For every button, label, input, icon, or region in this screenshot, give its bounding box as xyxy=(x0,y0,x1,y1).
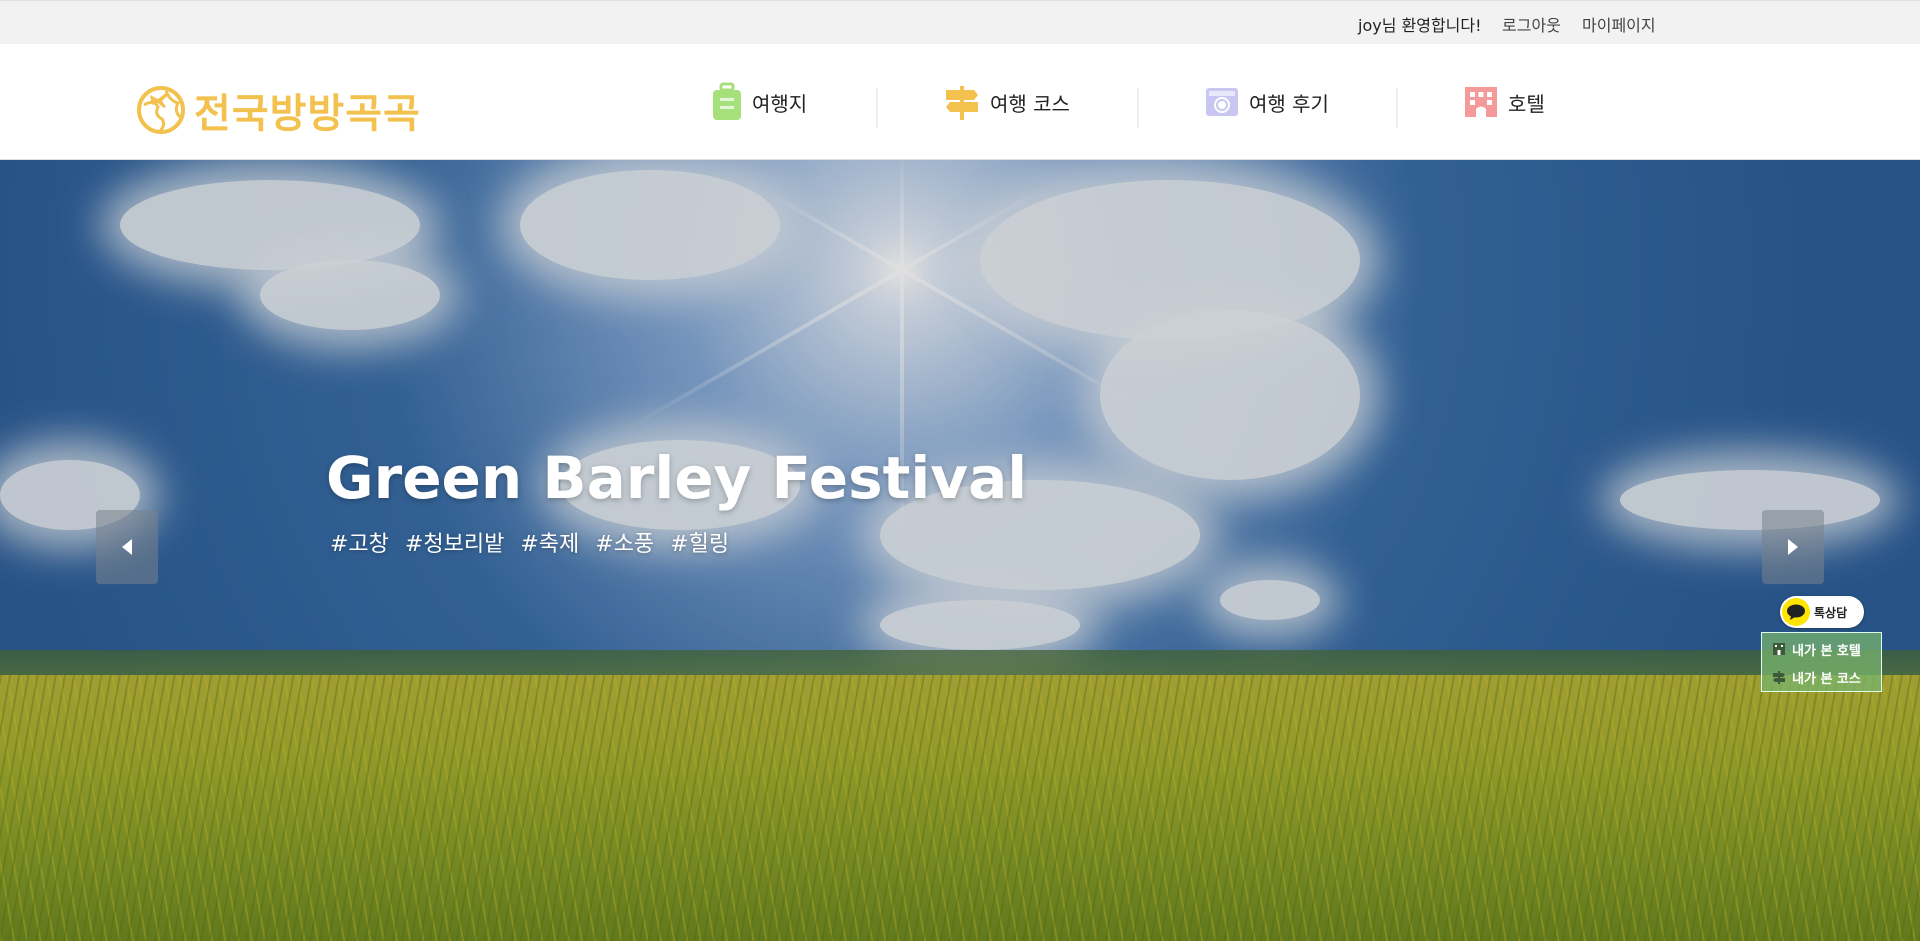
signpost-icon xyxy=(946,86,978,120)
hero-title: Green Barley Festival xyxy=(326,444,1028,512)
triangle-left-icon xyxy=(122,539,132,555)
hotel-icon xyxy=(1773,643,1785,655)
hashtag[interactable]: #고창 xyxy=(330,526,389,558)
recent-courses-link[interactable]: 내가 본 코스 xyxy=(1772,665,1861,689)
recent-hotels-link[interactable]: 내가 본 호텔 xyxy=(1772,637,1861,661)
nav-item-destinations[interactable]: 여행지 xyxy=(712,44,807,160)
hashtag[interactable]: #축제 xyxy=(520,526,579,558)
globe-airplane-icon xyxy=(137,86,185,134)
nav-label: 여행 코스 xyxy=(990,91,1070,116)
welcome-text: joy님 환영합니다! xyxy=(1358,16,1482,35)
hero-slider: Green Barley Festival #고창 #청보리밭 #축제 #소풍 … xyxy=(0,160,1920,941)
kakao-label: 톡상담 xyxy=(1814,605,1848,620)
hero-overlay xyxy=(0,160,1920,941)
recent-hotels-label: 내가 본 호텔 xyxy=(1792,643,1861,659)
hashtag[interactable]: #청보리밭 xyxy=(405,526,504,558)
nav-item-hotels[interactable]: 호텔 xyxy=(1464,44,1545,160)
hashtag[interactable]: #소풍 xyxy=(595,526,654,558)
logout-link[interactable]: 로그아웃 xyxy=(1502,12,1561,36)
hashtag[interactable]: #힐링 xyxy=(670,526,729,558)
kakao-bubble-icon xyxy=(1782,598,1810,626)
recently-viewed-panel: 내가 본 호텔 내가 본 코스 xyxy=(1761,632,1882,692)
nav-divider xyxy=(876,88,878,128)
signpost-icon xyxy=(1773,671,1785,684)
suitcase-icon xyxy=(713,82,741,120)
camera-icon xyxy=(1206,88,1238,116)
slider-next-button[interactable] xyxy=(1762,510,1824,584)
logo-text: 전국방방곡곡 xyxy=(194,91,421,137)
nav-item-courses[interactable]: 여행 코스 xyxy=(944,44,1070,160)
top-utility-bar: joy님 환영합니다! 로그아웃 마이페이지 xyxy=(0,0,1920,44)
nav-label: 여행 후기 xyxy=(1249,91,1329,116)
mypage-link[interactable]: 마이페이지 xyxy=(1582,12,1656,36)
kakao-chat-button[interactable]: 톡상담 xyxy=(1780,596,1864,628)
site-logo[interactable]: 전국방방곡곡 xyxy=(136,82,421,138)
triangle-right-icon xyxy=(1788,539,1798,555)
nav-label: 호텔 xyxy=(1508,91,1545,116)
nav-label: 여행지 xyxy=(752,91,808,116)
nav-divider xyxy=(1137,88,1139,128)
hero-tags: #고창 #청보리밭 #축제 #소풍 #힐링 xyxy=(330,526,729,558)
nav-item-reviews[interactable]: 여행 후기 xyxy=(1205,44,1329,160)
recent-courses-label: 내가 본 코스 xyxy=(1792,671,1861,687)
nav-divider xyxy=(1396,88,1398,128)
hotel-icon xyxy=(1465,87,1497,117)
slider-prev-button[interactable] xyxy=(96,510,158,584)
